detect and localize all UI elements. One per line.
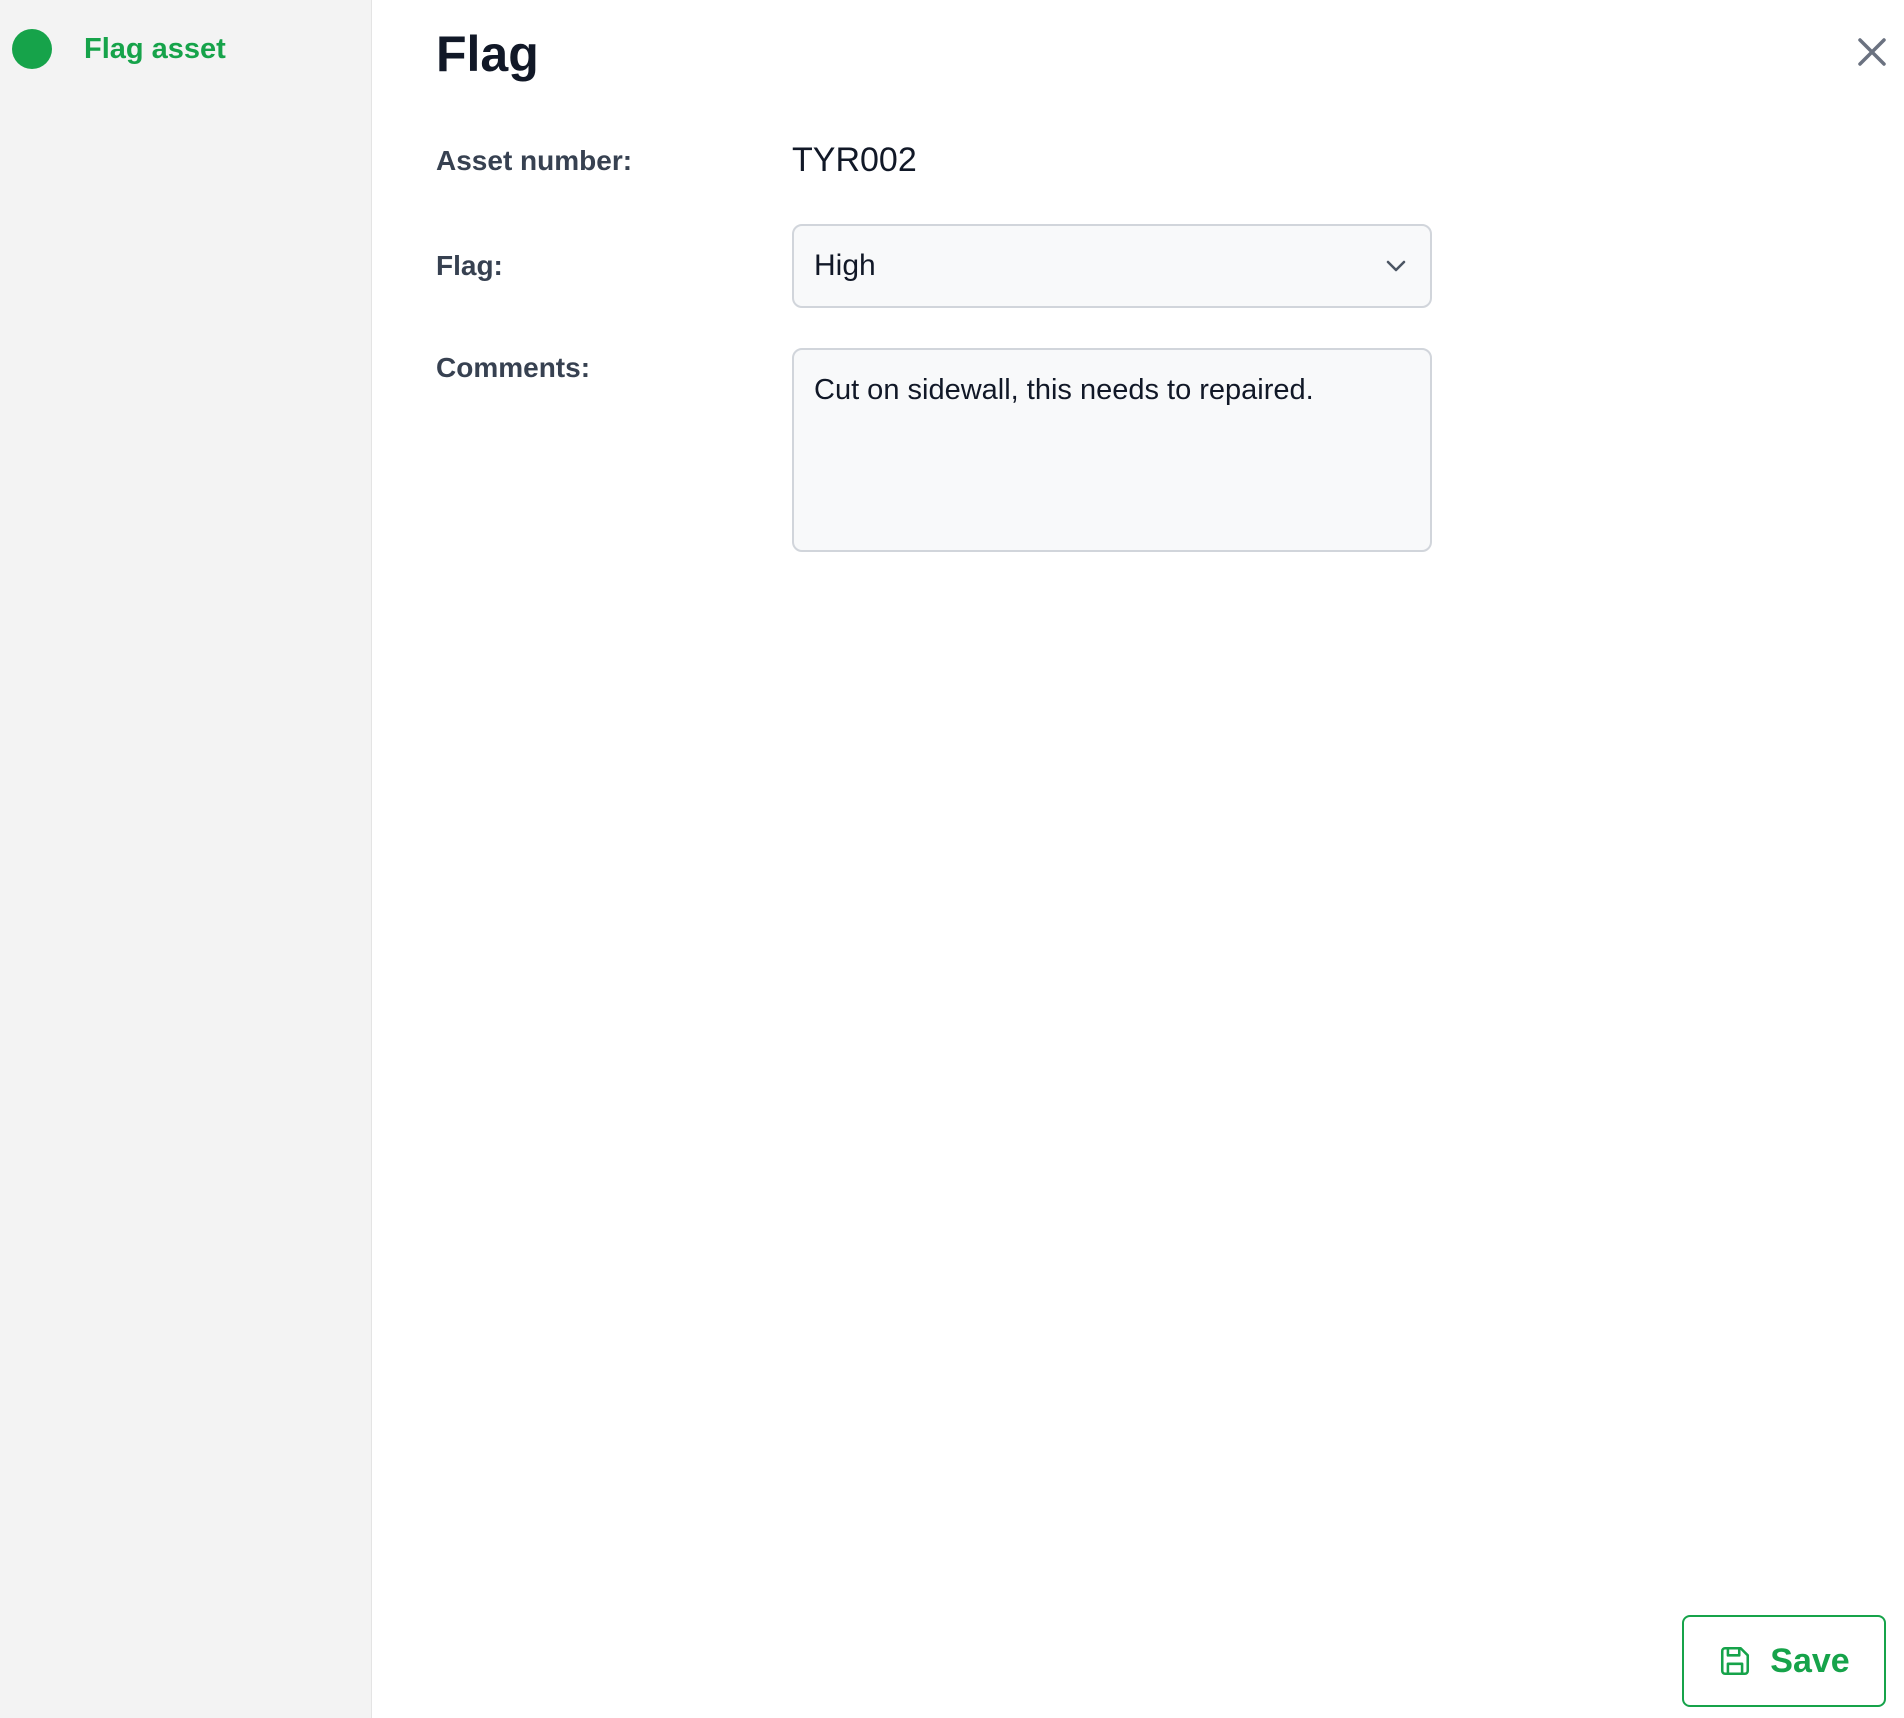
- flag-label: Flag:: [436, 250, 503, 281]
- flag-select-value: High: [814, 249, 876, 282]
- comments-textarea[interactable]: Cut on sidewall, this needs to repaired.: [792, 348, 1432, 552]
- asset-number-label: Asset number:: [436, 145, 633, 176]
- flag-select[interactable]: High: [792, 224, 1432, 308]
- floppy-disk-icon: [1721, 1646, 1750, 1676]
- steps-sidebar: Flag asset: [0, 0, 372, 1718]
- step-label: Flag asset: [84, 32, 226, 65]
- step-flag-asset: Flag asset: [12, 29, 226, 69]
- asset-number-value: TYR002: [792, 141, 917, 179]
- main-panel: Flag Asset number: TYR002 Flag: High Com…: [372, 0, 1904, 1718]
- step-active-indicator: [12, 29, 52, 69]
- save-button[interactable]: Save: [1682, 1615, 1886, 1707]
- chevron-down-icon: [1386, 260, 1406, 272]
- close-button[interactable]: [1852, 32, 1892, 72]
- page-title: Flag: [436, 26, 539, 82]
- comments-label: Comments:: [436, 352, 591, 383]
- flag-asset-modal: Flag asset Flag Asset number: TYR002 Fla…: [0, 0, 1904, 1718]
- save-button-label: Save: [1770, 1641, 1850, 1680]
- close-icon: [1858, 38, 1886, 66]
